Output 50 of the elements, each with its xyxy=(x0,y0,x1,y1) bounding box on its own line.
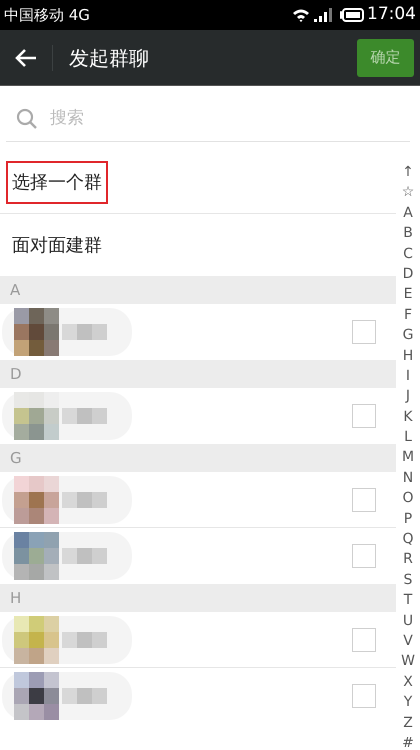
checkbox[interactable] xyxy=(352,628,376,652)
section-header: H xyxy=(0,584,396,612)
carrier-label: 中国移动 4G xyxy=(4,4,90,26)
section-header: D xyxy=(0,360,396,388)
index-letter[interactable]: U xyxy=(402,610,414,631)
checkbox[interactable] xyxy=(352,404,376,428)
index-letter[interactable]: B xyxy=(403,223,413,244)
index-letter[interactable]: W xyxy=(401,651,415,672)
section-header: G xyxy=(0,444,396,472)
index-letter[interactable]: L xyxy=(404,427,412,448)
checkbox[interactable] xyxy=(352,488,376,512)
index-letter[interactable]: R xyxy=(403,549,413,570)
index-letter[interactable]: D xyxy=(402,264,414,284)
signal-icon xyxy=(314,8,332,22)
index-letter[interactable]: ☆ xyxy=(402,182,414,203)
index-letter[interactable]: Z xyxy=(403,712,413,733)
index-letter[interactable]: E xyxy=(404,284,412,305)
menu-item[interactable]: 选择一个群 xyxy=(6,161,108,204)
wifi-icon xyxy=(292,8,310,22)
index-letter[interactable]: ↑ xyxy=(402,162,414,182)
page-title: 发起群聊 xyxy=(69,44,150,72)
index-letter[interactable]: P xyxy=(404,508,412,530)
index-letter[interactable]: G xyxy=(402,325,414,346)
search-field[interactable]: 搜索 xyxy=(50,106,400,132)
index-letter[interactable]: Q xyxy=(402,529,414,550)
index-letter[interactable]: V xyxy=(403,630,413,652)
index-letter[interactable]: J xyxy=(406,386,410,407)
index-letter[interactable]: C xyxy=(403,244,413,264)
index-letter[interactable]: A xyxy=(403,202,413,224)
checkbox[interactable] xyxy=(352,320,376,344)
search-icon xyxy=(16,108,38,130)
index-letter[interactable]: F xyxy=(404,304,412,326)
index-letter[interactable]: T xyxy=(404,590,412,611)
index-letter[interactable]: X xyxy=(403,672,413,692)
menu-item[interactable]: 面对面建群 xyxy=(6,224,108,266)
index-letter[interactable]: M xyxy=(402,447,414,468)
back-arrow-icon xyxy=(15,48,37,68)
clock-time: 17:04 xyxy=(367,3,416,26)
index-letter[interactable]: # xyxy=(402,732,414,750)
section-header: A xyxy=(0,276,396,304)
index-letter[interactable]: O xyxy=(402,488,414,509)
checkbox[interactable] xyxy=(352,684,376,708)
battery-icon xyxy=(340,8,364,22)
checkbox[interactable] xyxy=(352,544,376,568)
index-letter[interactable]: N xyxy=(402,468,414,488)
index-letter[interactable]: I xyxy=(406,366,410,386)
index-letter[interactable]: H xyxy=(402,346,414,366)
index-letter[interactable]: K xyxy=(403,406,413,428)
index-letter[interactable]: S xyxy=(404,570,412,590)
index-letter[interactable]: Y xyxy=(404,692,412,713)
